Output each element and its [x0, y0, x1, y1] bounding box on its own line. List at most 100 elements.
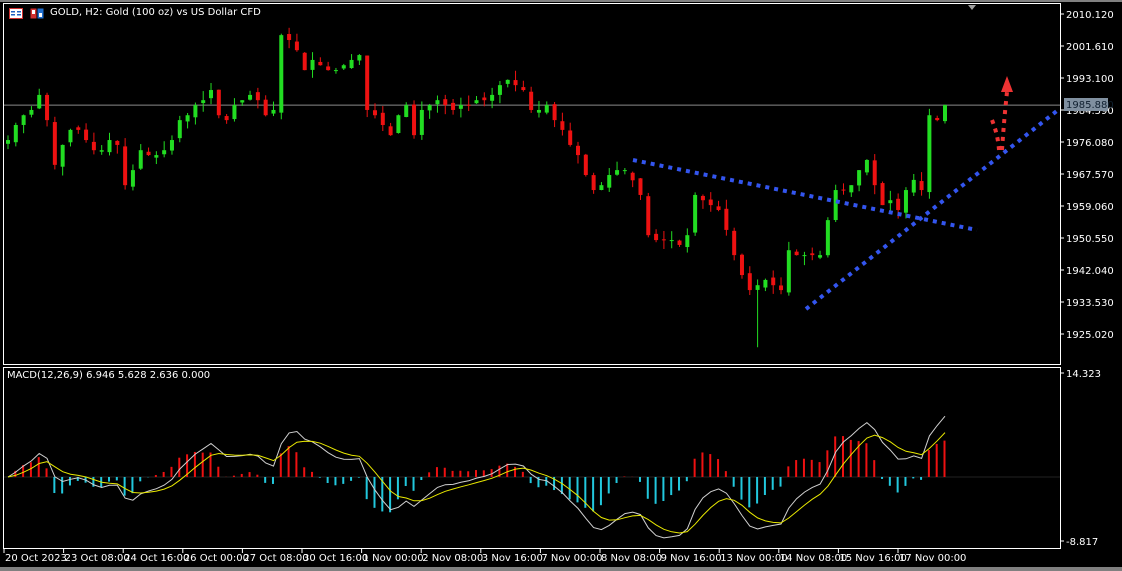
macd-histogram-bar	[685, 476, 688, 482]
macd-histogram-bar	[904, 476, 907, 486]
candle	[193, 102, 198, 125]
macd-histogram-bar	[287, 446, 290, 477]
candle-body	[263, 99, 268, 116]
macd-histogram-bar	[771, 476, 774, 490]
candle	[271, 101, 276, 117]
candle	[544, 101, 549, 115]
candle-body	[216, 89, 221, 116]
macd-histogram-bar	[795, 460, 798, 477]
macd-histogram-bar	[646, 476, 649, 499]
candle	[466, 95, 471, 112]
candle-body	[482, 97, 487, 101]
candle-body	[872, 160, 877, 186]
candle-body	[412, 104, 417, 136]
candle	[287, 27, 292, 49]
macd-histogram-bar	[373, 476, 376, 508]
candle-body	[661, 239, 666, 241]
candle-body	[279, 35, 284, 113]
current-price-value: 1985.880	[1066, 100, 1114, 111]
candle-body	[747, 273, 752, 291]
candle	[763, 278, 768, 292]
candle-body	[224, 116, 229, 121]
chart-title: GOLD, H2: Gold (100 oz) vs US Dollar CFD	[50, 7, 261, 18]
time-tick-label: 23 Oct 08:00	[65, 553, 130, 564]
macd-histogram-bar	[592, 476, 595, 512]
macd-histogram-bar	[521, 471, 524, 477]
time-tick-label: 9 Nov 16:00	[661, 553, 722, 564]
candle	[107, 132, 112, 156]
candle	[99, 145, 104, 155]
candle	[396, 114, 401, 134]
time-tick-label: 24 Oct 16:00	[124, 553, 189, 564]
price-panel-frame	[3, 3, 1061, 365]
depth-of-market-icon[interactable]	[30, 8, 44, 19]
descending-trendline[interactable]	[632, 158, 978, 232]
time-tick-label: 14 Nov 08:00	[780, 553, 847, 564]
candle-body	[911, 179, 916, 193]
candle-body	[107, 140, 112, 153]
time-tick-label: 26 Oct 00:00	[184, 553, 249, 564]
candle-body	[154, 155, 159, 158]
macd-histogram-bar	[357, 476, 360, 478]
price-tick-label: 1976.080	[1066, 138, 1114, 149]
macd-histogram-bar	[256, 474, 259, 477]
candle-body	[896, 198, 901, 210]
candle	[357, 54, 362, 65]
candle	[607, 168, 612, 192]
trade-panel-icon[interactable]	[9, 8, 23, 19]
macd-histogram-bar	[514, 466, 517, 477]
price-tick-label: 1950.550	[1066, 234, 1114, 245]
macd-histogram-bar	[326, 476, 329, 484]
candle-body	[115, 140, 120, 145]
candle	[341, 63, 346, 71]
time-axis[interactable]: 20 Oct 202323 Oct 08:0024 Oct 16:0026 Oc…	[3, 549, 966, 564]
macd-histogram-bar	[334, 476, 337, 486]
candle-body	[857, 170, 862, 186]
time-tick-label: 13 Nov 00:00	[720, 553, 787, 564]
candle	[52, 116, 57, 170]
candle	[903, 187, 908, 219]
candle-body	[599, 185, 604, 191]
candle-body	[193, 105, 198, 118]
candle	[576, 141, 581, 164]
price-tick-label: 1993.100	[1066, 74, 1114, 85]
price-axis[interactable]: 2010.1202001.6101993.1001984.5901976.080…	[1061, 10, 1114, 341]
candle	[693, 192, 698, 236]
candle	[13, 122, 18, 147]
candle-body	[935, 117, 940, 121]
candle	[935, 115, 940, 122]
candle	[552, 101, 557, 128]
candle	[927, 108, 932, 199]
candle-body	[21, 115, 26, 125]
candle-body	[607, 175, 612, 188]
up-arrow-icon[interactable]	[1001, 76, 1013, 92]
candle	[802, 251, 807, 266]
macd-histogram-bar	[935, 443, 938, 477]
candle	[591, 172, 596, 194]
macd-histogram-bar	[693, 458, 696, 477]
ascending-trendline[interactable]	[804, 108, 1060, 311]
macd-histogram-bar	[435, 467, 438, 477]
macd-histogram-bar	[943, 440, 946, 477]
candle-body	[333, 70, 338, 72]
candle-body	[521, 87, 526, 91]
candle-body	[513, 80, 518, 86]
projection-arrow-line[interactable]	[990, 91, 1009, 151]
macd-histogram-bar	[740, 476, 743, 500]
macd-indicator	[4, 415, 1060, 539]
macd-histogram-bar	[787, 466, 790, 477]
time-tick-label: 1 Nov 00:00	[363, 553, 424, 564]
candle-body	[388, 126, 393, 136]
candle	[864, 159, 869, 176]
candle-body	[716, 206, 721, 210]
macd-histogram-bar	[420, 476, 423, 481]
candle-body	[544, 105, 549, 113]
candle-body	[271, 109, 276, 114]
candle	[76, 125, 81, 134]
chart-canvas[interactable]: 2010.1202001.6101993.1001984.5901976.080…	[0, 0, 1122, 571]
candle	[716, 200, 721, 212]
trendlines[interactable]	[632, 76, 1060, 311]
candle-body	[318, 61, 323, 66]
candle-body	[6, 140, 10, 144]
chart-shift-marker-icon[interactable]	[968, 5, 976, 10]
